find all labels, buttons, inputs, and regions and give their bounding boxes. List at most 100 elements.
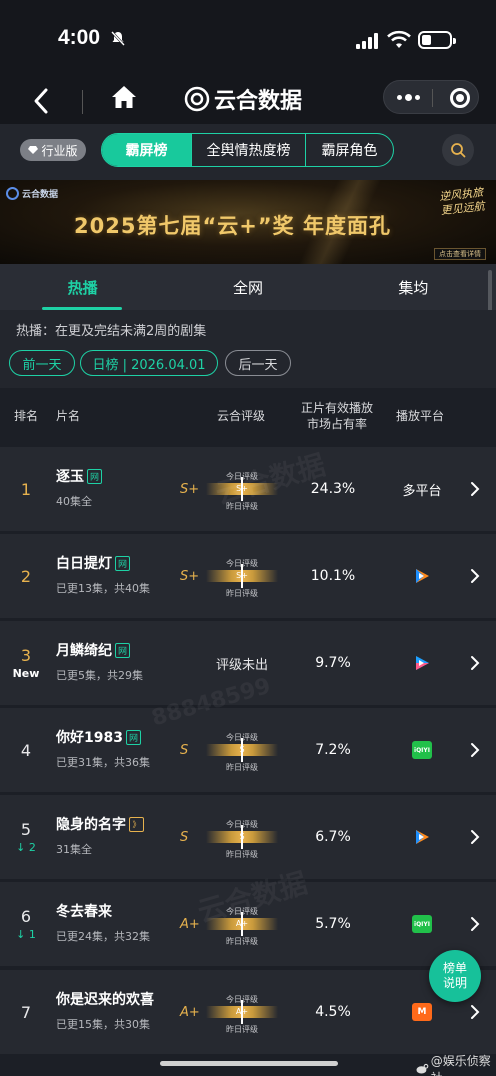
home-icon[interactable] <box>111 84 137 110</box>
banner-title: 2025第七届“云+”奖 年度面孔 <box>74 214 391 238</box>
more-icon[interactable] <box>397 94 420 101</box>
show-title: 白日提灯网 <box>56 553 130 573</box>
rank-change: ↓ 2 <box>16 841 36 854</box>
show-title: 你好1983 网 <box>56 727 141 747</box>
chevron-right-icon[interactable] <box>470 480 480 498</box>
table-row[interactable]: 7 你是迟来的欢喜已更15集，共30集 A+ 今日评级A+昨日评级 4.5% M <box>0 970 496 1054</box>
platform-cell: iQIYI <box>392 708 452 792</box>
tab-per-episode[interactable]: 集均 <box>331 264 496 310</box>
grade-value: S <box>180 829 189 845</box>
chevron-right-icon[interactable] <box>470 654 480 672</box>
weibo-credit: @娱乐侦察社 <box>416 1052 496 1076</box>
rank-number: 2 <box>20 566 32 586</box>
col-platform: 播放平台 <box>396 409 445 423</box>
network-drama-badge: 网 <box>115 642 130 658</box>
market-share: 7.2% <box>315 742 351 758</box>
rank-cell: 2 <box>0 534 52 618</box>
chevron-right-icon[interactable] <box>470 828 480 846</box>
show-title: 隐身的名字》 <box>56 814 144 834</box>
platform-cell <box>392 534 452 618</box>
banner-cta[interactable]: 点击查看详情 <box>434 248 486 260</box>
rank-cell: 4 <box>0 708 52 792</box>
previous-day-button[interactable]: 前一天 <box>9 350 75 376</box>
chart-explanation-button[interactable]: 榜单 说明 <box>429 950 481 1002</box>
brand-logo-icon <box>184 86 210 112</box>
network-drama-badge: 网 <box>125 729 141 745</box>
search-icon <box>451 143 466 158</box>
diamond-icon <box>28 146 39 154</box>
banner-logo: 云合数据 <box>6 187 58 200</box>
rank-change: ↓ 1 <box>16 928 36 941</box>
market-share: 6.7% <box>315 829 351 845</box>
rank-cell: 6 ↓ 1 <box>0 882 52 966</box>
cellular-signal-icon <box>356 33 380 49</box>
chevron-right-icon[interactable] <box>470 567 480 585</box>
market-share: 9.7% <box>315 655 351 671</box>
iqiyi-icon: iQIYI <box>412 915 432 933</box>
rank-number: 3 <box>20 646 32 665</box>
date-selector[interactable]: 日榜 | 2026.04.01 <box>80 350 218 376</box>
meter-yesterday-label: 昨日评级 <box>226 850 258 859</box>
edition-badge[interactable]: 行业版 <box>20 139 86 161</box>
tab-dominant-roles[interactable]: 霸屏角色 <box>305 134 393 166</box>
mgtv-icon: M <box>412 1003 432 1021</box>
grade-meter: 今日评级A+昨日评级 <box>206 984 278 1040</box>
rank-number: 4 <box>20 740 32 760</box>
table-row[interactable]: 2 白日提灯网已更13集，共40集 S+ 今日评级S+昨日评级 10.1% <box>0 534 496 618</box>
rank-cell: 1 <box>0 447 52 531</box>
meter-yesterday-label: 昨日评级 <box>226 937 258 946</box>
chevron-right-icon[interactable] <box>470 741 480 759</box>
new-tag: New <box>12 667 40 680</box>
iqiyi-icon: iQIYI <box>412 741 432 759</box>
col-title: 片名 <box>56 409 81 423</box>
close-miniprogram-icon[interactable] <box>450 88 470 108</box>
next-day-button[interactable]: 后一天 <box>225 350 291 376</box>
tab-public-opinion-heat[interactable]: 全舆情热度榜 <box>191 134 305 166</box>
platform-cell <box>392 795 452 879</box>
network-drama-badge: 网 <box>87 468 102 484</box>
battery-icon <box>418 31 456 49</box>
market-share: 4.5% <box>315 1004 351 1020</box>
rank-number: 6 <box>20 907 32 926</box>
episode-status: 已更15集，共30集 <box>56 1018 150 1031</box>
ranking-type-tabs: 霸屏榜 全舆情热度榜 霸屏角色 <box>101 133 394 167</box>
status-bar: 4:00 <box>0 0 496 80</box>
col-rank: 排名 <box>14 409 39 423</box>
grade-meter: 今日评级S+昨日评级 <box>206 548 278 604</box>
rank-number: 5 <box>20 820 32 839</box>
nav-bar: 云合数据 <box>0 80 496 124</box>
rank-cell: 7 <box>0 970 52 1054</box>
episode-status: 已更5集，共29集 <box>56 669 143 682</box>
show-title: 月鳞绮纪网 <box>56 640 130 660</box>
search-button[interactable] <box>442 134 474 166</box>
tencent-video-icon <box>416 569 429 583</box>
col-share: 正片有效播放 市场占有率 <box>300 401 373 431</box>
grade-value: A+ <box>180 1004 200 1020</box>
rank-number: 7 <box>20 1002 32 1022</box>
filter-description: 热播：在更及完结未满2周的剧集 <box>16 324 207 339</box>
tab-hot[interactable]: 热播 <box>0 264 165 310</box>
status-time: 4:00 <box>58 26 101 49</box>
chevron-right-icon[interactable] <box>470 1003 480 1021</box>
home-indicator[interactable] <box>160 1061 338 1066</box>
logo-ring-icon <box>6 187 19 200</box>
tab-all-network[interactable]: 全网 <box>165 264 330 310</box>
rank-cell: 3 New <box>0 621 52 705</box>
back-arrow-icon[interactable] <box>30 86 52 116</box>
show-title: 逐玉网 <box>56 466 102 486</box>
brand-name: 云合数据 <box>214 89 303 114</box>
promo-banner[interactable]: 云合数据 2025第七届“云+”奖 年度面孔 逆风执旅 更见远航 点击查看详情 <box>0 180 496 264</box>
table-row[interactable]: 5↓ 2隐身的名字》31集全S今日评级S昨日评级6.7% <box>0 795 496 879</box>
table-row[interactable]: 4你好1983网已更31集，共36集S今日评级S昨日评级7.2%iQIYI <box>0 708 496 792</box>
meter-yesterday-label: 昨日评级 <box>226 1025 258 1034</box>
platform-cell: 多平台 <box>392 447 452 531</box>
episode-status: 已更13集，共40集 <box>56 582 150 595</box>
episode-status: 40集全 <box>56 495 92 508</box>
show-title: 你是迟来的欢喜 <box>56 992 154 1008</box>
chevron-right-icon[interactable] <box>470 915 480 933</box>
grade-meter: 今日评级S昨日评级 <box>206 809 278 865</box>
episode-status: 已更31集，共36集 <box>56 756 150 769</box>
tencent-video-icon <box>416 830 429 844</box>
banner-calligraphy: 逆风执旅 更见远航 <box>438 185 486 218</box>
tab-screen-dominance[interactable]: 霸屏榜 <box>102 134 191 166</box>
